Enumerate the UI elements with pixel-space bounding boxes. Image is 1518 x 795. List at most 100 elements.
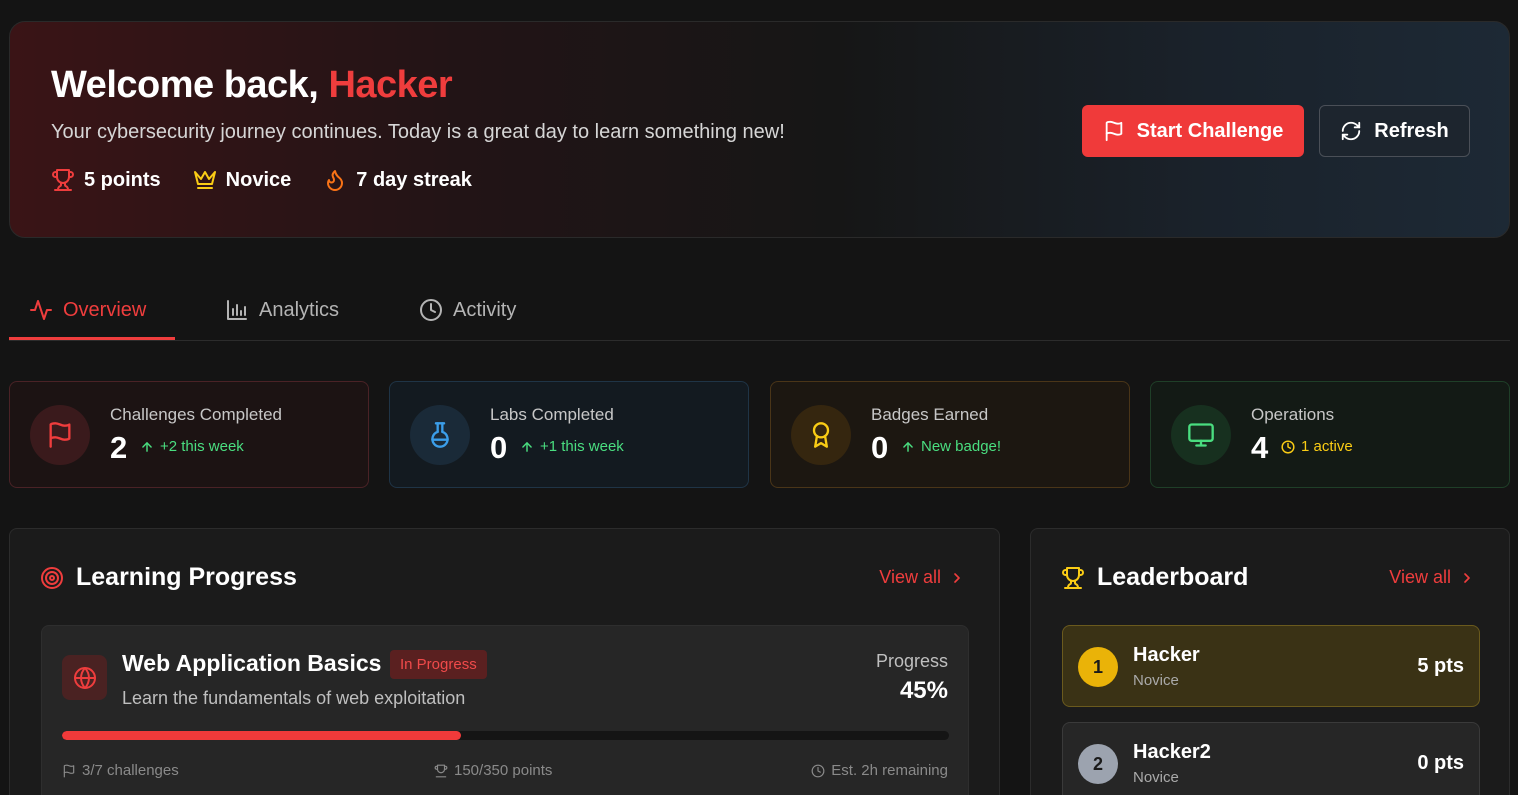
stat-delta: +1 this week [520,438,624,455]
trophy-icon [434,764,448,778]
course-card[interactable]: Web Application Basics In Progress Learn… [41,625,969,795]
chevron-right-icon [949,570,965,586]
refresh-icon [1340,120,1362,142]
arrow-up-icon [520,440,534,454]
remaining-text: Est. 2h remaining [831,762,948,779]
tab-activity[interactable]: Activity [419,280,516,340]
flame-icon [323,168,347,192]
points-count: 150/350 points [434,762,552,779]
refresh-label: Refresh [1374,119,1449,142]
operations-card[interactable]: Operations 4 1 active [1150,381,1510,488]
player-tier: Novice [1133,769,1179,786]
stat-delta-text: +2 this week [160,438,244,455]
course-description: Learn the fundamentals of web exploitati… [122,688,466,708]
challenges-count: 3/7 challenges [62,762,179,779]
course-title: Web Application Basics [122,650,382,676]
arrow-up-icon [901,440,915,454]
clock-icon [419,298,443,322]
dashboard-tabs: Overview Analytics Activity [9,280,1510,341]
labs-completed-card[interactable]: Labs Completed 0 +1 this week [389,381,749,488]
tab-activity-label: Activity [453,298,517,321]
stat-value: 0 [871,430,889,465]
welcome-banner: Welcome back, Hacker Your cybersecurity … [9,21,1510,238]
stat-label: Operations [1251,405,1335,424]
rank-badge: 2 [1078,744,1118,784]
refresh-button[interactable]: Refresh [1319,105,1470,157]
rank-badge: 1 [1078,647,1118,687]
leaderboard-view-all-link[interactable]: View all [1389,567,1475,588]
chevron-right-icon [1459,570,1475,586]
challenges-completed-card[interactable]: Challenges Completed 2 +2 this week [9,381,369,488]
streak-stat: 7 day streak [323,168,472,192]
stat-label: Labs Completed [490,405,614,424]
greeting-text: Welcome back, [51,64,319,106]
start-challenge-label: Start Challenge [1136,119,1284,142]
progress-bar-fill [62,731,462,740]
player-tier: Novice [1133,672,1179,689]
active-tab-indicator [9,337,175,340]
welcome-subtitle: Your cybersecurity journey continues. To… [51,121,785,143]
challenges-text: 3/7 challenges [82,762,179,779]
flag-icon [1103,120,1125,142]
learning-progress-panel: Learning Progress View all Web Applicati… [9,528,1000,795]
hero-stats: 5 points Novice 7 day streak [51,168,472,192]
leaderboard-row[interactable]: 1 Hacker Novice 5 pts [1062,625,1480,707]
stat-value: 2 [110,430,128,465]
arrow-up-icon [140,440,154,454]
globe-icon [62,655,107,700]
leaderboard-row[interactable]: 2 Hacker2 Novice 0 pts [1062,722,1480,795]
stat-value: 0 [490,430,508,465]
clock-icon [811,764,825,778]
leaderboard-panel: Leaderboard View all 1 Hacker Novice 5 p… [1030,528,1510,795]
crown-icon [193,168,217,192]
leaderboard-title: Leaderboard [1061,563,1248,592]
progress-value: 45% [899,677,948,704]
tab-analytics[interactable]: Analytics [225,280,339,340]
stat-label: Challenges Completed [110,405,282,424]
points-text: 150/350 points [454,762,553,779]
tab-overview[interactable]: Overview [29,280,146,340]
points-stat: 5 points [51,168,161,192]
stat-delta-text: +1 this week [540,438,624,455]
leaderboard-heading: Leaderboard [1097,563,1249,591]
bar-chart-icon [225,298,249,322]
stat-delta: 1 active [1281,438,1353,455]
rank-label: Novice [225,168,292,191]
player-points: 5 pts [1417,655,1464,677]
learning-view-all-link[interactable]: View all [879,567,965,588]
monitor-icon [1171,405,1231,465]
stat-label: Badges Earned [871,405,989,424]
rank-stat: Novice [193,168,292,192]
trophy-icon [51,168,75,192]
stat-delta: +2 this week [140,438,244,455]
flag-icon [62,764,76,778]
award-icon [791,405,851,465]
tab-overview-label: Overview [63,298,147,321]
player-points: 0 pts [1417,752,1464,774]
stat-delta-text: 1 active [1301,438,1353,455]
time-remaining: Est. 2h remaining [811,762,948,779]
streak-label: 7 day streak [356,168,472,191]
tab-analytics-label: Analytics [259,298,340,321]
progress-bar [62,731,949,740]
username: Hacker [328,64,453,106]
progress-label: Progress [875,651,948,671]
target-icon [40,566,64,590]
view-all-label: View all [1389,567,1451,587]
welcome-heading: Welcome back, Hacker [51,64,453,107]
stat-value: 4 [1251,430,1269,465]
activity-icon [29,298,53,322]
trophy-icon [1061,566,1085,590]
stat-delta-text: New badge! [921,438,1002,455]
learning-progress-heading: Learning Progress [76,563,297,591]
badges-earned-card[interactable]: Badges Earned 0 New badge! [770,381,1130,488]
points-label: 5 points [84,168,161,191]
flask-icon [410,405,470,465]
flag-icon [30,405,90,465]
clock-icon [1281,439,1295,454]
view-all-label: View all [879,567,941,587]
player-name: Hacker2 [1133,741,1211,763]
learning-progress-title: Learning Progress [40,563,297,592]
start-challenge-button[interactable]: Start Challenge [1082,105,1304,157]
player-name: Hacker [1133,644,1200,666]
